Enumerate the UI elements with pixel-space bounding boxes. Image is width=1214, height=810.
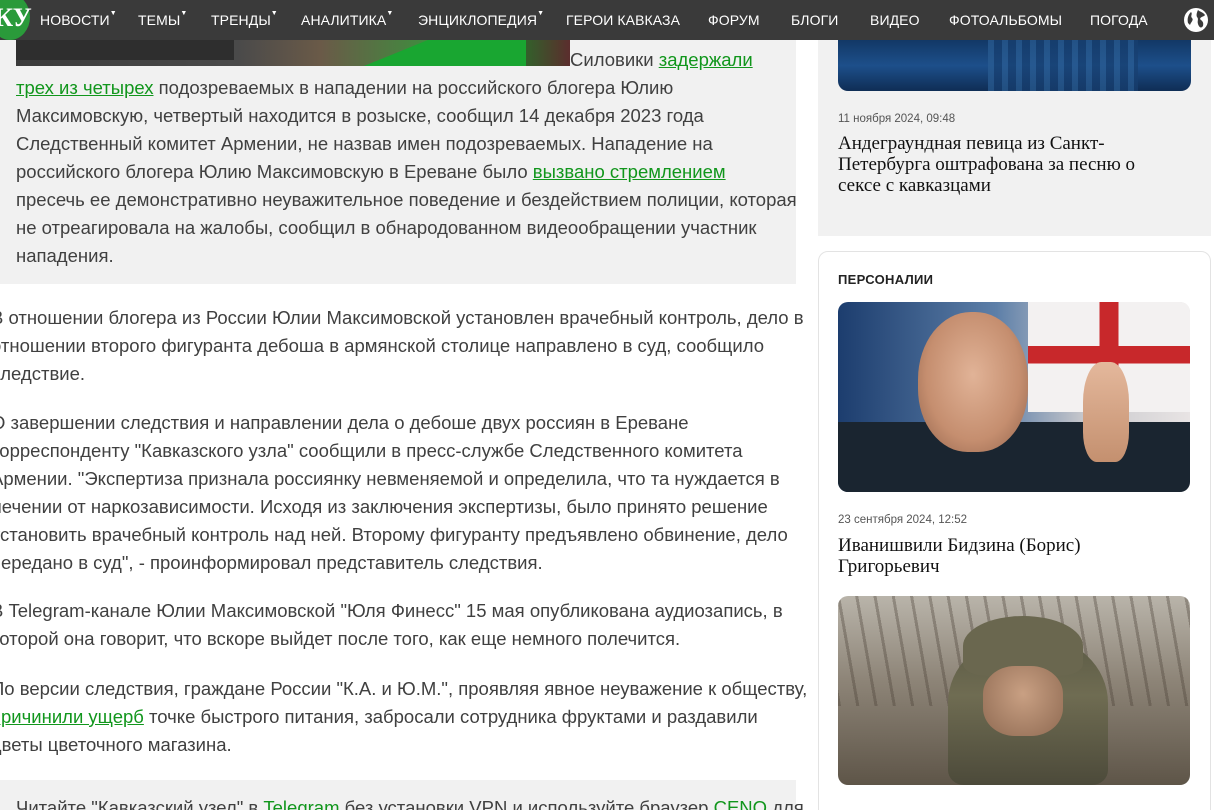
paragraph-text: В Telegram-канале Юлии Максимовской "Юля… xyxy=(0,600,783,621)
news-title-line: Петербурга оштрафована за песню о xyxy=(838,154,1136,175)
link-detained[interactable]: задержали xyxy=(659,49,753,70)
dropdown-caret-icon: ▼ xyxy=(109,10,117,17)
globe-icon[interactable] xyxy=(1182,6,1210,34)
top-navigation: КУ НОВОСТИ ▼ ТЕМЫ ▼ ТРЕНДЫ ▼ АНАЛИТИКА ▼ ЭНЦ… xyxy=(0,0,1214,40)
paragraph-text: По версии следствия, граждане России "К.… xyxy=(0,678,808,699)
paragraph-5: По версии следствия, граждане России "К.… xyxy=(0,675,807,759)
nav-item-news[interactable]: НОВОСТИ ▼ xyxy=(40,0,117,40)
nav-item-label: ПОГОДА xyxy=(1090,12,1148,28)
nav-item-photoalbums[interactable]: ФОТОАЛЬБОМЫ xyxy=(949,0,1062,40)
telegram-link[interactable]: Telegram xyxy=(263,797,339,810)
nav-item-blogs[interactable]: БЛОГИ xyxy=(791,0,838,40)
paragraph-text: Армении. "Экспертиза признала россиянку … xyxy=(0,468,780,489)
link-caused-damage[interactable]: причинили ущерб xyxy=(0,706,144,727)
nav-item-label: БЛОГИ xyxy=(791,12,839,28)
paragraph-text: В отношении блогера из России Юлии Макси… xyxy=(0,307,804,328)
news-date: 11 ноября 2024, 09:48 xyxy=(838,113,956,125)
promo-text-part: без установки VPN и используйте браузер xyxy=(339,797,714,810)
paragraph-text: следствие. xyxy=(0,363,86,384)
article-column: Силовики задержали трех из четырех подоз… xyxy=(0,0,807,810)
link-caused-by[interactable]: вызвано стремлением xyxy=(533,161,726,182)
person-name-line: Григорьевич xyxy=(838,556,940,577)
paragraph-text: Следственный комитет Армении, не назвав … xyxy=(16,133,713,154)
news-title-line: Андеграундная певица из Санкт- xyxy=(838,133,1105,154)
paragraph-text: не отреагировала на жалобы, сообщил в об… xyxy=(16,217,757,238)
paragraph-text: отношении второго фигуранта дебоша в арм… xyxy=(0,335,764,356)
news-title[interactable]: Андеграундная певица из Санкт- Петербург… xyxy=(838,133,1135,196)
nav-item-label: АНАЛИТИКА xyxy=(301,12,387,28)
ceno-link[interactable]: CENO xyxy=(714,797,767,810)
dropdown-caret-icon: ▼ xyxy=(180,10,188,17)
nav-item-topics[interactable]: ТЕМЫ ▼ xyxy=(138,0,187,40)
nav-item-label: ЭНЦИКЛОПЕДИЯ xyxy=(418,12,538,28)
nav-item-label: ФОТОАЛЬБОМЫ xyxy=(949,12,1063,28)
link-three-of-four[interactable]: трех из четырех xyxy=(16,77,154,98)
nav-item-label: ГЕРОИ КАВКАЗА xyxy=(566,12,681,28)
dropdown-caret-icon: ▼ xyxy=(537,10,545,17)
person-name-line: Иванишвили Бидзина (Борис) xyxy=(838,535,1081,556)
paragraph-text: российского блогера Юлию Максимовскую в … xyxy=(16,161,533,182)
paragraph-text: пресечь ее демонстративно неуважительное… xyxy=(16,189,797,210)
nav-item-analytics[interactable]: АНАЛИТИКА ▼ xyxy=(301,0,393,40)
person-name[interactable]: Иванишвили Бидзина (Борис) Григорьевич xyxy=(838,535,1081,577)
paragraph-4: В Telegram-канале Юлии Максимовской "Юля… xyxy=(0,597,783,653)
dropdown-caret-icon: ▼ xyxy=(386,10,394,17)
dropdown-caret-icon: ▼ xyxy=(270,10,278,17)
nav-item-label: ВИДЕО xyxy=(870,12,920,28)
nav-item-video[interactable]: ВИДЕО xyxy=(870,0,920,40)
paragraph-text: О завершении следствия и направлении дел… xyxy=(0,412,689,433)
nav-item-encyclopedia[interactable]: ЭНЦИКЛОПЕДИЯ ▼ xyxy=(418,0,544,40)
paragraph-text: которой она говорит, что вскоре выйдет п… xyxy=(0,628,681,649)
paragraph-text: Максимовскую, четвертый находится в розы… xyxy=(16,105,704,126)
paragraph-text: точке быстрого питания, забросали сотруд… xyxy=(143,706,758,727)
paragraph-text: цветы цветочного магазина. xyxy=(0,734,232,755)
paragraph-text: подозреваемых в нападении на российского… xyxy=(153,77,674,98)
site-logo[interactable]: КУ xyxy=(0,0,32,40)
nav-item-weather[interactable]: ПОГОДА xyxy=(1090,0,1148,40)
promo-text-part: для xyxy=(767,797,804,810)
paragraph-text: передано в суд", - проинформировал предс… xyxy=(0,552,543,573)
promo-text: Читайте "Кавказский узел" в Telegram без… xyxy=(16,794,804,810)
nav-item-trends[interactable]: ТРЕНДЫ ▼ xyxy=(211,0,278,40)
nav-item-label: НОВОСТИ xyxy=(40,12,110,28)
logo-text: КУ xyxy=(0,3,32,32)
paragraph-3: О завершении следствия и направлении дел… xyxy=(0,409,788,577)
persons-heading: ПЕРСОНАЛИИ xyxy=(838,272,934,287)
paragraph-text: корреспонденту "Кавказского узла" сообщи… xyxy=(0,440,743,461)
promo-text-part: Читайте "Кавказский узел" в xyxy=(16,797,264,810)
paragraph-1: Силовики задержали трех из четырех подоз… xyxy=(16,46,797,270)
nav-item-forum[interactable]: ФОРУМ xyxy=(708,0,760,40)
paragraph-text: нападения. xyxy=(16,245,114,266)
person-date: 23 сентября 2024, 12:52 xyxy=(838,514,968,526)
nav-item-label: ТЕМЫ xyxy=(138,12,181,28)
person-photo[interactable] xyxy=(838,596,1190,785)
paragraph-text: Силовики xyxy=(570,49,659,70)
person-photo[interactable] xyxy=(838,302,1190,492)
paragraph-2: В отношении блогера из России Юлии Макси… xyxy=(0,304,804,388)
nav-item-heroes[interactable]: ГЕРОИ КАВКАЗА xyxy=(566,0,680,40)
news-image[interactable] xyxy=(838,40,1191,91)
news-title-line: сексе с кавказцами xyxy=(838,175,991,196)
nav-item-label: ТРЕНДЫ xyxy=(211,12,271,28)
paragraph-text: установить врачебный контроль над ней. В… xyxy=(0,524,788,545)
paragraph-text: лечении от наркозависимости. Исходя из з… xyxy=(0,496,768,517)
nav-item-label: ФОРУМ xyxy=(708,12,760,28)
